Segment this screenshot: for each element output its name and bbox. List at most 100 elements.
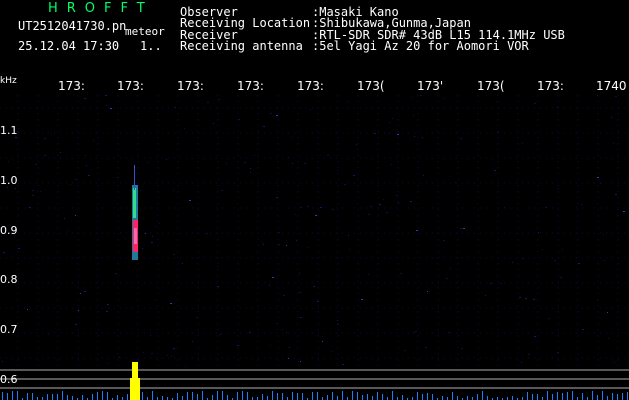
noise-speck — [29, 207, 31, 208]
noise-speck — [443, 98, 444, 99]
noise-speck — [414, 136, 415, 137]
noise-speck — [607, 312, 608, 313]
noise-speck — [389, 133, 390, 134]
echo-upper — [133, 188, 136, 218]
noise-speck — [353, 175, 355, 176]
noise-speck — [545, 207, 547, 208]
noise-speck — [348, 101, 349, 102]
noise-speck — [522, 143, 523, 144]
baseline-spike — [602, 391, 603, 400]
y-tick: 0.9 — [0, 224, 18, 237]
noise-speck — [538, 232, 539, 233]
baseline-spike — [352, 391, 353, 400]
noise-speck — [332, 209, 334, 210]
noise-speck — [276, 115, 278, 116]
noise-speck — [263, 244, 264, 245]
noise-speck — [170, 303, 172, 304]
baseline-spike — [317, 392, 318, 400]
noise-speck — [173, 254, 175, 255]
noise-speck — [296, 240, 297, 241]
baseline-spike — [597, 395, 598, 400]
x-tick: 173: — [297, 79, 324, 93]
baseline-spike — [67, 395, 68, 400]
baseline-spike — [622, 393, 623, 400]
noise-speck — [270, 113, 272, 114]
baseline-spike — [477, 394, 478, 400]
baseline-spike — [202, 391, 203, 400]
noise-speck — [140, 190, 141, 191]
baseline-spike — [332, 392, 333, 400]
baseline-spike — [562, 393, 563, 400]
noise-speck — [557, 107, 558, 108]
x-tick: 173( — [357, 79, 385, 93]
noise-speck — [613, 143, 614, 144]
noise-speck — [615, 194, 617, 195]
baseline-spike — [432, 394, 433, 400]
baseline-spike — [12, 391, 13, 400]
file-name: UT2512041730.pn — [18, 19, 127, 33]
x-tick: 173: — [537, 79, 564, 93]
baseline-spike — [357, 392, 358, 400]
baseline-spike — [222, 391, 223, 400]
noise-speck — [374, 133, 376, 134]
noise-speck — [217, 266, 218, 267]
noise-speck — [75, 324, 77, 325]
baseline-spike — [52, 394, 53, 400]
noise-speck — [254, 155, 255, 156]
baseline-spike — [197, 394, 198, 400]
baseline-spike — [557, 392, 558, 400]
file-type: meteor — [125, 25, 165, 38]
noise-speck — [423, 175, 424, 176]
noise-speck — [3, 252, 5, 253]
noise-speck — [500, 283, 502, 284]
baseline-spike — [377, 392, 378, 400]
noise-speck — [348, 235, 349, 236]
noise-speck — [370, 206, 372, 207]
noise-speck — [528, 354, 530, 355]
baseline-spike — [627, 392, 628, 400]
noise-speck — [497, 101, 498, 102]
noise-speck — [64, 218, 65, 219]
baseline-spike — [127, 394, 128, 400]
noise-speck — [106, 105, 107, 106]
noise-speck — [142, 248, 143, 249]
baseline-spike — [422, 394, 423, 400]
noise-speck — [115, 273, 117, 274]
baseline-spike — [162, 396, 163, 400]
baseline-spike — [107, 392, 108, 400]
noise-speck — [283, 295, 285, 296]
noise-speck — [562, 249, 563, 250]
baseline-spike — [142, 392, 143, 400]
baseline-spike — [342, 391, 343, 400]
noise-speck — [51, 134, 52, 135]
noise-speck — [332, 351, 333, 352]
y-tick: 0.7 — [0, 323, 18, 336]
noise-speck — [597, 177, 599, 178]
noise-speck — [368, 274, 369, 275]
noise-speck — [207, 102, 209, 103]
echo-tail — [134, 165, 135, 190]
noise-speck — [155, 300, 156, 301]
noise-speck — [497, 132, 498, 133]
baseline-spike — [212, 395, 213, 400]
noise-speck — [151, 242, 153, 243]
baseline-spike — [57, 394, 58, 400]
noise-speck — [581, 204, 582, 205]
noise-speck — [221, 190, 223, 191]
baseline-spike — [487, 396, 488, 400]
noise-speck — [611, 117, 612, 118]
noise-speck — [463, 228, 465, 229]
noise-speck — [398, 202, 399, 203]
noise-speck — [263, 126, 265, 127]
noise-speck — [217, 286, 219, 287]
noise-speck — [448, 332, 450, 333]
baseline-spike — [367, 394, 368, 400]
noise-speck — [413, 332, 414, 333]
noise-speck — [460, 228, 462, 229]
noise-speck — [392, 118, 393, 119]
noise-speck — [460, 138, 462, 139]
noise-speck — [84, 98, 86, 99]
noise-speck — [614, 362, 615, 363]
noise-speck — [327, 155, 329, 156]
baseline-spike — [457, 396, 458, 400]
